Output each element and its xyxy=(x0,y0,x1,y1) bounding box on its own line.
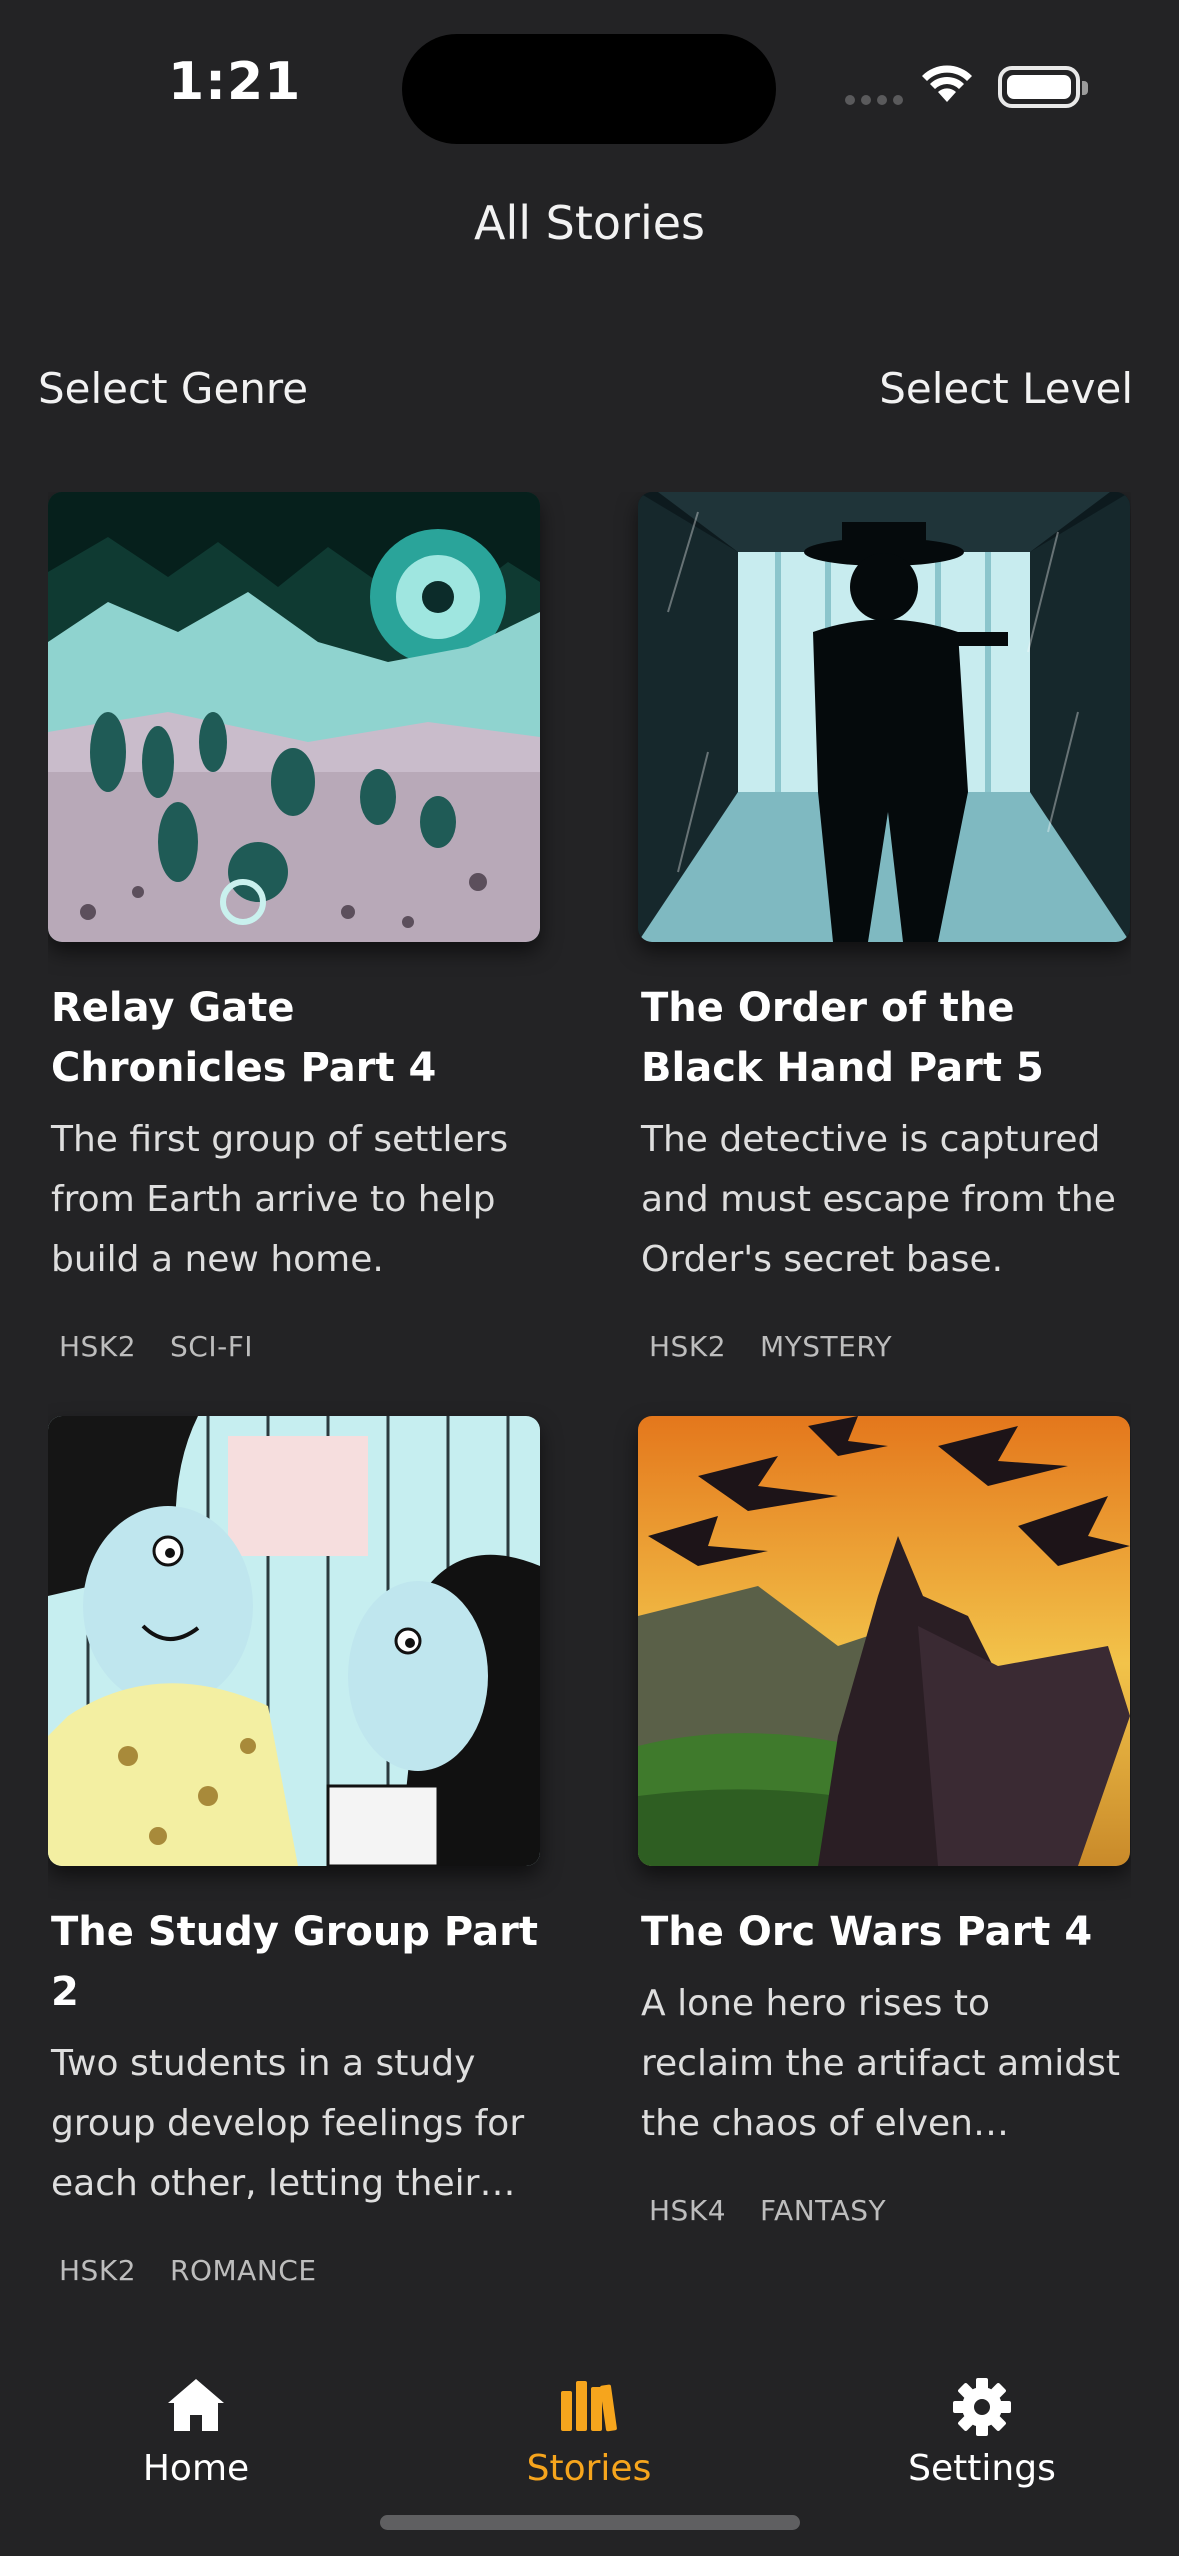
tab-settings-label: Settings xyxy=(908,2448,1056,2489)
gear-icon xyxy=(953,2378,1011,2436)
story-genre-tag: ROMANCE xyxy=(170,2254,317,2287)
cellular-signal-icon xyxy=(845,95,903,105)
story-cover-image xyxy=(638,1416,1130,1866)
tab-home-label: Home xyxy=(142,2448,250,2489)
story-title: The Orc Wars Part 4 xyxy=(641,1909,1093,1955)
story-genre-tag: MYSTERY xyxy=(760,1330,893,1363)
story-level-tag: HSK2 xyxy=(59,2254,137,2287)
tab-stories-label: Stories xyxy=(526,2448,652,2489)
house-icon xyxy=(168,2379,224,2431)
story-cover-image xyxy=(48,1416,540,1866)
select-level-button[interactable]: Select Level xyxy=(879,364,1133,413)
story-description: A lone hero rises to reclaim the artifac… xyxy=(641,1983,1120,2144)
story-title: The Order of the Black Hand Part 5 xyxy=(641,985,1044,1091)
status-time: 1:21 xyxy=(168,52,302,112)
story-cover-image xyxy=(638,492,1130,942)
story-description: Two students in a study group develop fe… xyxy=(51,2043,525,2204)
story-genre-tag: FANTASY xyxy=(760,2194,887,2227)
wifi-icon xyxy=(922,65,972,102)
story-title: Relay Gate Chronicles Part 4 xyxy=(51,985,437,1091)
story-card[interactable]: The Orc Wars Part 4 A lone hero rises to… xyxy=(638,1416,1131,2227)
story-description: The detective is captured and must escap… xyxy=(641,1119,1116,1280)
books-icon xyxy=(561,2381,617,2432)
status-bar: 1:21 xyxy=(0,0,1179,175)
story-cover-image xyxy=(48,492,540,942)
story-genre-tag: SCI-FI xyxy=(170,1330,254,1363)
page-title: All Stories xyxy=(474,196,705,250)
story-grid: Relay Gate Chronicles Part 4 The first g… xyxy=(48,492,1131,2342)
story-level-tag: HSK2 xyxy=(649,1330,727,1363)
story-card[interactable]: The Study Group Part 2 Two students in a… xyxy=(48,1416,543,2287)
story-description: The first group of settlers from Earth a… xyxy=(51,1119,509,1280)
story-card[interactable]: The Order of the Black Hand Part 5 The d… xyxy=(638,492,1131,1363)
dynamic-island xyxy=(402,34,776,144)
battery-icon xyxy=(998,66,1088,108)
story-level-tag: HSK2 xyxy=(59,1330,137,1363)
select-genre-button[interactable]: Select Genre xyxy=(38,364,308,413)
story-title: The Study Group Part 2 xyxy=(51,1909,539,2015)
home-indicator[interactable] xyxy=(380,2515,800,2530)
story-level-tag: HSK4 xyxy=(649,2194,727,2227)
story-card[interactable]: Relay Gate Chronicles Part 4 The first g… xyxy=(48,492,543,1363)
